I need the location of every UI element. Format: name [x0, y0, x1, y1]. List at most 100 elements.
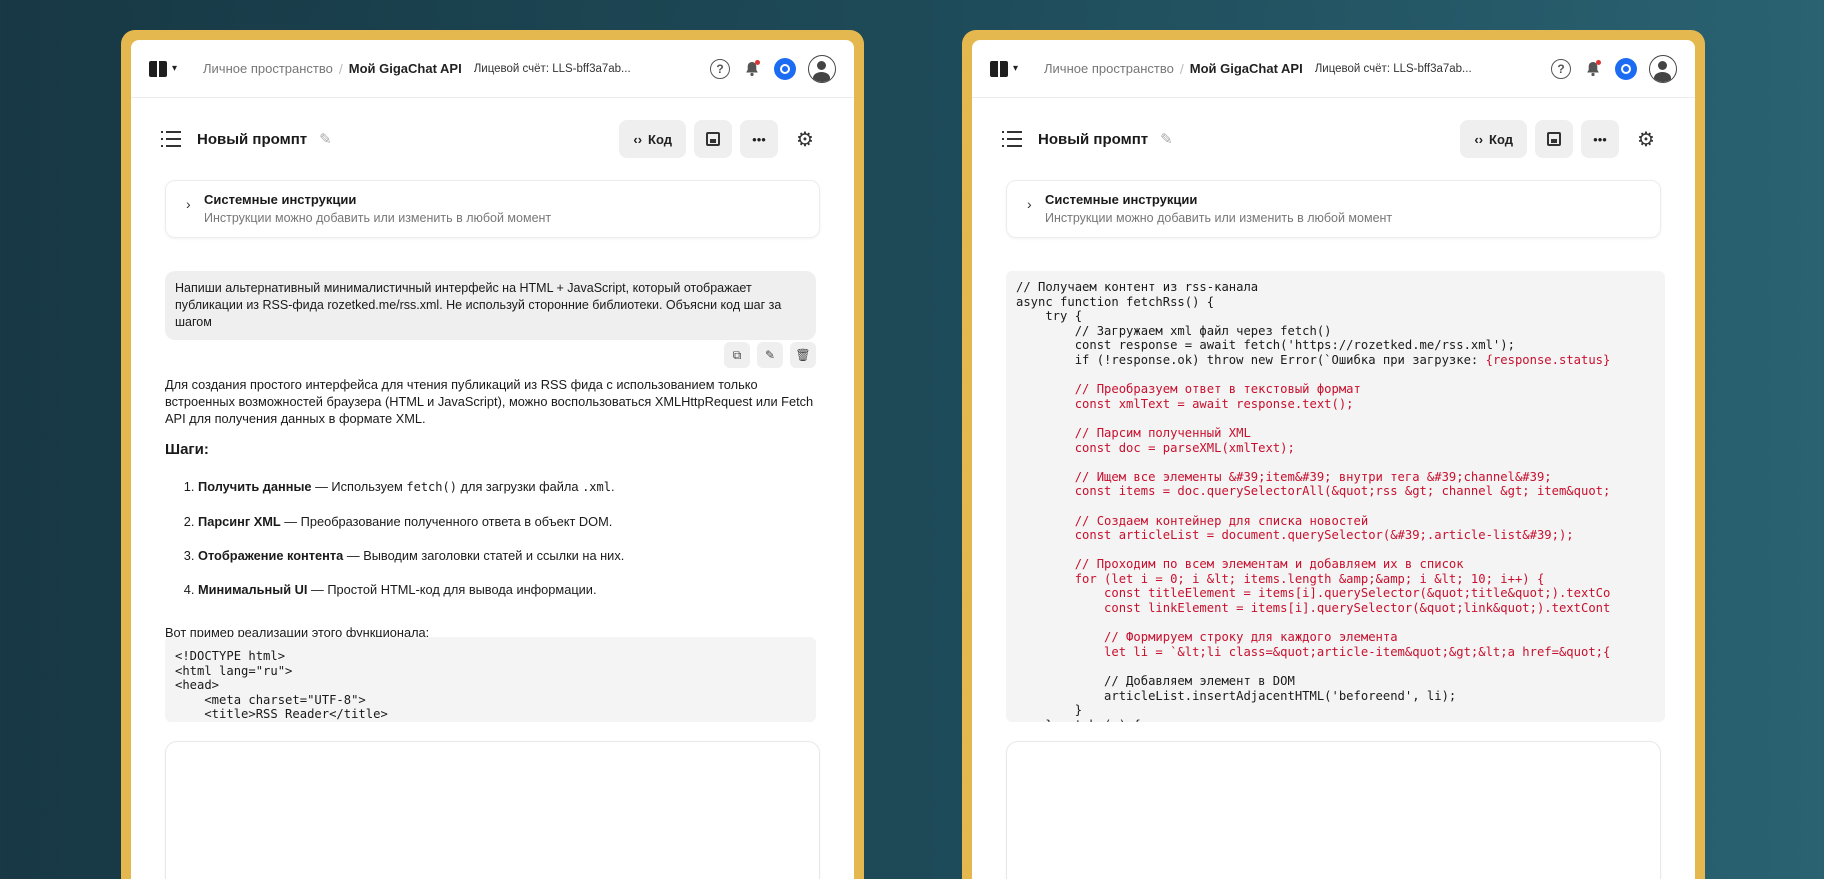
code-line: // Получаем контент из rss-канала [1016, 280, 1259, 294]
code-line: // Преобразуем ответ в текстовый формат [1016, 382, 1361, 397]
app-switcher[interactable]: ▾ [990, 60, 1024, 77]
breadcrumb-current[interactable]: Мой GigaChat API [349, 61, 462, 76]
edit-icon[interactable]: ✎ [757, 342, 783, 368]
account-selector[interactable]: Лицевой счёт: LLS-bff3a7ab... [1315, 63, 1472, 75]
breadcrumb-separator: / [1179, 60, 1184, 77]
code-line: const response = await fetch('https://ro… [1016, 338, 1515, 353]
code-block[interactable]: <!DOCTYPE html> <html lang="ru"> <head> <m… [165, 637, 816, 722]
more-button[interactable]: ••• [1581, 120, 1619, 158]
message-input-card[interactable] [1006, 741, 1661, 879]
code-line: // Проходим по всем элементам и добавляе… [1016, 557, 1464, 572]
system-instructions-title: Системные инструкции [1045, 192, 1198, 207]
top-bar: ▾ Личное пространство / Мой GigaChat API… [131, 40, 854, 98]
code-icon: ‹› [1474, 131, 1484, 147]
code-line: try { [1016, 309, 1083, 324]
avatar-icon[interactable] [1649, 54, 1677, 83]
chevron-right-icon: › [186, 196, 191, 212]
code-line: // Ищем все элементы &#39;item&#39; внут… [1016, 469, 1552, 484]
more-icon: ••• [752, 131, 766, 147]
trash-icon[interactable]: 🗑 [790, 342, 816, 368]
app-switcher-icon [990, 60, 1008, 77]
message-actions: ⧉ ✎ 🗑 [724, 342, 816, 368]
prompt-title: Новый промпт [197, 130, 308, 148]
code-button[interactable]: ‹› Код [619, 120, 686, 158]
bell-icon[interactable] [1583, 59, 1603, 79]
code-button[interactable]: ‹› Код [1460, 120, 1527, 158]
system-instructions-subtitle: Инструкции можно добавить или изменить в… [204, 211, 552, 225]
breadcrumb-current[interactable]: Мой GigaChat API [1190, 61, 1303, 76]
code-line: for (let i = 0; i &lt; items.length &amp… [1016, 571, 1545, 586]
save-button[interactable] [694, 120, 732, 158]
code-icon: ‹› [633, 131, 643, 147]
code-line: const articleList = document.querySelect… [1016, 528, 1574, 543]
code-line: <head> [175, 678, 220, 693]
help-icon[interactable]: ? [1551, 58, 1571, 79]
pencil-icon[interactable]: ✎ [319, 130, 332, 148]
pencil-icon[interactable]: ✎ [1160, 130, 1173, 148]
system-instructions-card[interactable]: › Системные инструкции Инструкции можно … [1006, 180, 1661, 238]
top-bar: ▾ Личное пространство / Мой GigaChat API… [972, 40, 1695, 98]
right-window: ▾ Личное пространство / Мой GigaChat API… [972, 40, 1695, 879]
breadcrumb-root[interactable]: Личное пространство [203, 61, 333, 76]
copy-icon[interactable]: ⧉ [724, 342, 750, 368]
code-line: const xmlText = await response.text(); [1016, 396, 1354, 411]
code-line: <html lang="ru"> [175, 663, 293, 678]
code-line: const titleElement = items[i].querySelec… [1016, 586, 1611, 601]
list-icon[interactable] [1002, 131, 1022, 147]
steps-list: Получить данные — Используем fetch() для… [165, 478, 816, 598]
code-button-label: Код [648, 131, 672, 147]
breadcrumb-root[interactable]: Личное пространство [1044, 61, 1174, 76]
list-icon[interactable] [161, 131, 181, 147]
code-button-label: Код [1489, 131, 1513, 147]
code-block[interactable]: // Получаем контент из rss-канала async f… [1006, 271, 1665, 722]
list-item: Получить данные — Используем fetch() для… [198, 478, 816, 496]
list-item: Минимальный UI — Простой HTML-код для вы… [198, 581, 816, 598]
save-button[interactable] [1535, 120, 1573, 158]
list-item: Отображение контента — Выводим заголовки… [198, 547, 816, 564]
code-line: <title>RSS Reader</title> [175, 707, 388, 722]
code-line: <meta charset="UTF-8"> [175, 692, 366, 707]
code-line: // Формируем строку для каждого элемента [1016, 630, 1398, 645]
code-line: } [1016, 703, 1083, 718]
chevron-down-icon: ▾ [1013, 63, 1019, 74]
assistant-icon[interactable] [1615, 57, 1637, 80]
account-selector[interactable]: Лицевой счёт: LLS-bff3a7ab... [474, 63, 631, 75]
prompt-toolbar: Новый промпт ✎ ‹› Код ••• ⚙ [1002, 118, 1665, 160]
more-icon: ••• [1593, 131, 1607, 147]
code-line: if (!response.ok) throw new Error(`Ошибк… [1016, 352, 1611, 367]
code-line: // Загружаем xml файл через fetch() [1016, 323, 1332, 338]
assistant-icon[interactable] [774, 57, 796, 80]
code-line: // Добавляем элемент в DOM [1016, 674, 1295, 689]
code-line: articleList.insertAdjacentHTML('beforeen… [1016, 688, 1457, 703]
bell-icon[interactable] [742, 59, 762, 79]
help-icon[interactable]: ? [710, 58, 730, 79]
code-line: // Парсим полученный XML [1016, 425, 1251, 440]
save-icon [706, 132, 720, 146]
settings-button[interactable]: ⚙ [1627, 120, 1665, 158]
app-switcher-icon [149, 60, 167, 77]
prompt-toolbar: Новый промпт ✎ ‹› Код ••• ⚙ [161, 118, 824, 160]
breadcrumb-separator: / [338, 60, 343, 77]
steps-heading: Шаги: [165, 441, 209, 458]
system-instructions-subtitle: Инструкции можно добавить или изменить в… [1045, 211, 1393, 225]
system-instructions-card[interactable]: › Системные инструкции Инструкции можно … [165, 180, 820, 238]
app-switcher[interactable]: ▾ [149, 60, 183, 77]
save-icon [1547, 132, 1561, 146]
settings-button[interactable]: ⚙ [786, 120, 824, 158]
user-message: Напиши альтернативный минималистичный ин… [165, 271, 816, 340]
gear-icon: ⚙ [796, 128, 814, 151]
assistant-answer: Для создания простого интерфейса для чте… [165, 376, 816, 641]
code-line: <!DOCTYPE html> [175, 649, 286, 663]
code-line: } catch (e) { [1016, 718, 1655, 722]
code-line: const linkElement = items[i].querySelect… [1016, 601, 1611, 616]
more-button[interactable]: ••• [740, 120, 778, 158]
message-input-card[interactable] [165, 741, 820, 879]
avatar-icon[interactable] [808, 54, 836, 83]
chevron-right-icon: › [1027, 196, 1032, 212]
